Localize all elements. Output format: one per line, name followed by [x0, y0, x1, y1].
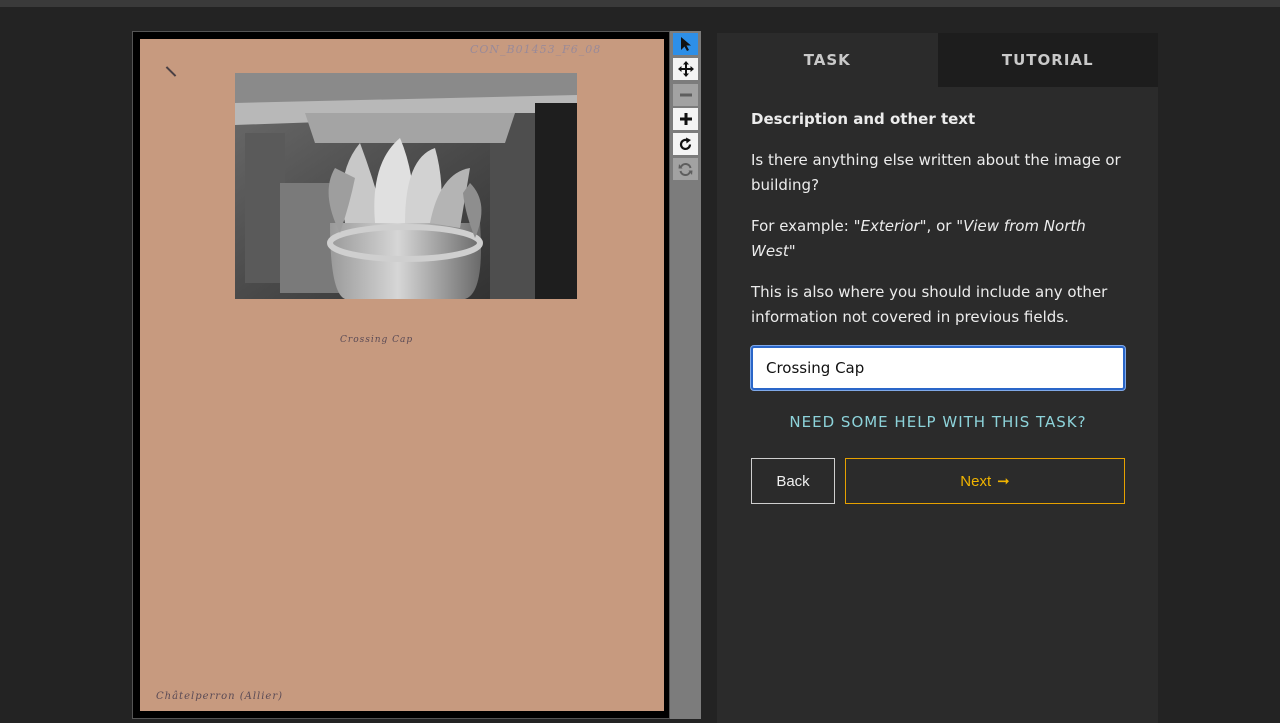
arrow-right-icon: ➞: [997, 473, 1010, 490]
description-input[interactable]: [751, 346, 1125, 390]
task-panel: TASK TUTORIAL Description and other text…: [717, 33, 1158, 723]
task-example: For example: "Exterior", or "View from N…: [751, 214, 1125, 264]
back-button[interactable]: Back: [751, 458, 835, 504]
nav-buttons: Back Next ➞: [751, 458, 1125, 504]
help-link[interactable]: NEED SOME HELP WITH THIS TASK?: [751, 410, 1125, 435]
task-question: Is there anything else written about the…: [751, 151, 1121, 194]
viewer-toolbar: [670, 31, 701, 719]
top-strip: [0, 0, 1280, 7]
photo-image: [235, 73, 577, 299]
task-content: Description and other text Is there anyt…: [751, 107, 1125, 504]
pencil-mark: [165, 66, 177, 77]
example-separator: , or: [926, 217, 957, 235]
back-label: Back: [776, 472, 810, 490]
archive-card: CON_B01453_F6_08 Crossing Cap Châtelperr…: [140, 39, 664, 711]
rotate-icon: [679, 137, 692, 150]
card-caption: Crossing Cap: [340, 335, 414, 345]
zoom-out-button[interactable]: [673, 84, 698, 106]
task-heading: Description and other text: [751, 110, 976, 128]
reset-icon: [678, 162, 693, 176]
tab-tutorial[interactable]: TUTORIAL: [937, 33, 1158, 87]
next-button[interactable]: Next ➞: [845, 458, 1125, 504]
task-info: This is also where you should include an…: [751, 283, 1108, 326]
card-location: Châtelperron (Allier): [156, 691, 284, 702]
capital-photograph: [235, 73, 577, 299]
next-label: Next: [960, 472, 992, 490]
example-prefix: For example:: [751, 217, 854, 235]
minus-icon: [679, 93, 692, 97]
select-tool-button[interactable]: [673, 33, 698, 55]
pointer-icon: [680, 37, 691, 51]
plus-icon: [679, 113, 692, 125]
zoom-in-button[interactable]: [673, 108, 698, 130]
pan-tool-button[interactable]: [673, 58, 698, 80]
tab-task[interactable]: TASK: [717, 33, 938, 87]
panel-tabs: TASK TUTORIAL: [717, 33, 1158, 87]
move-icon: [677, 61, 694, 77]
subject-viewer[interactable]: CON_B01453_F6_08 Crossing Cap Châtelperr…: [132, 31, 670, 719]
card-id-text: CON_B01453_F6_08: [470, 43, 602, 56]
rotate-button[interactable]: [673, 133, 698, 155]
reset-view-button[interactable]: [673, 158, 698, 180]
example-exterior: "Exterior": [853, 217, 927, 235]
